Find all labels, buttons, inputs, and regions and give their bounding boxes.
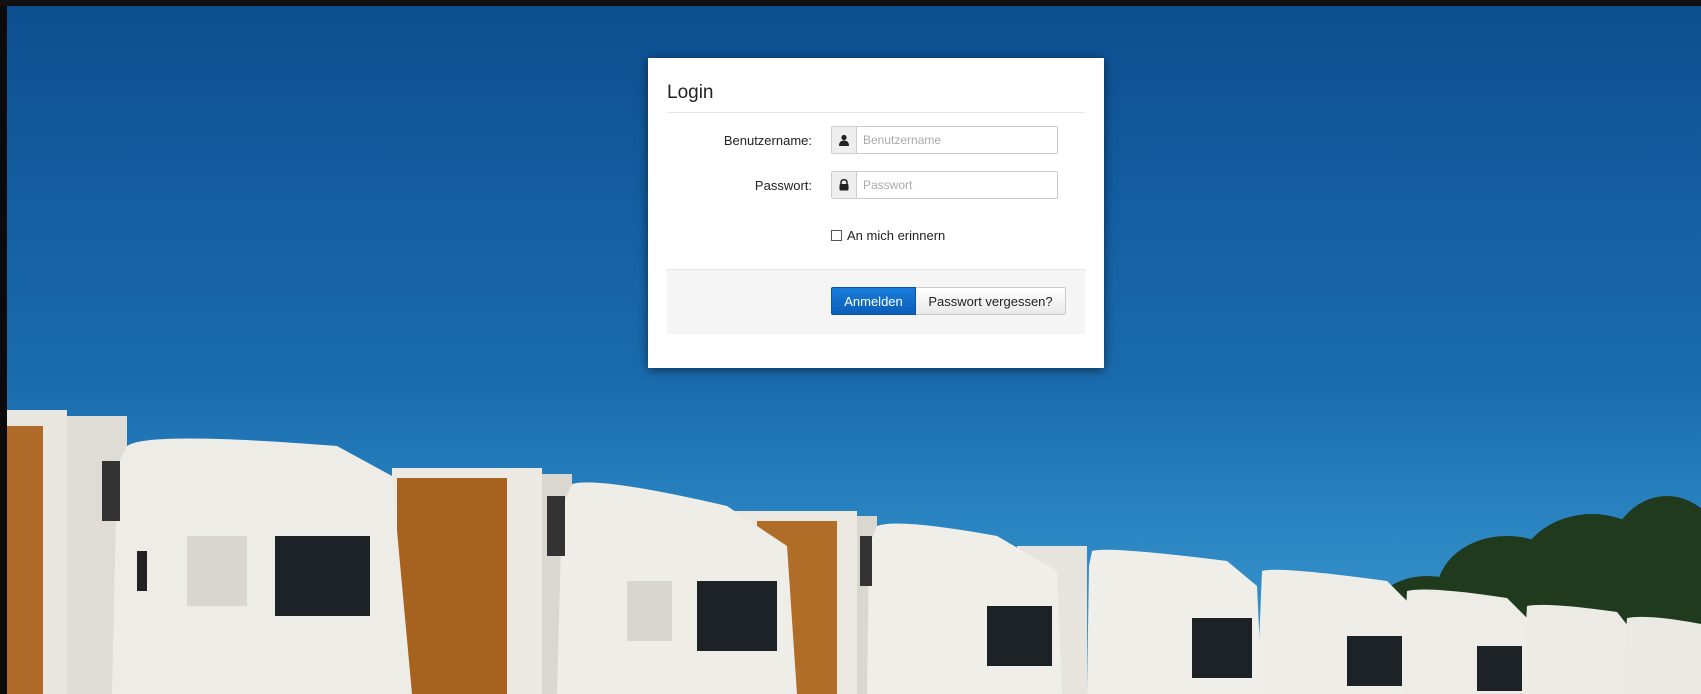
user-icon xyxy=(832,127,857,153)
login-title: Login xyxy=(667,82,714,103)
password-input[interactable] xyxy=(857,172,1049,198)
remember-label[interactable]: An mich erinnern xyxy=(847,228,945,243)
remember-checkbox[interactable] xyxy=(831,230,842,241)
password-input-group xyxy=(831,171,1058,199)
password-label: Passwort: xyxy=(754,178,812,193)
lock-icon xyxy=(832,172,857,198)
left-border xyxy=(0,6,7,694)
remember-me[interactable]: An mich erinnern xyxy=(831,228,945,243)
username-input-group xyxy=(831,126,1058,154)
login-panel: Login Benutzername: Passwort: An mich er… xyxy=(648,58,1104,368)
title-divider xyxy=(667,112,1085,113)
forgot-password-button[interactable]: Passwort vergessen? xyxy=(916,287,1066,315)
login-button[interactable]: Anmelden xyxy=(831,287,916,315)
username-input[interactable] xyxy=(857,127,1049,153)
login-actions: Anmelden Passwort vergessen? xyxy=(667,269,1085,334)
username-label: Benutzername: xyxy=(723,133,812,148)
